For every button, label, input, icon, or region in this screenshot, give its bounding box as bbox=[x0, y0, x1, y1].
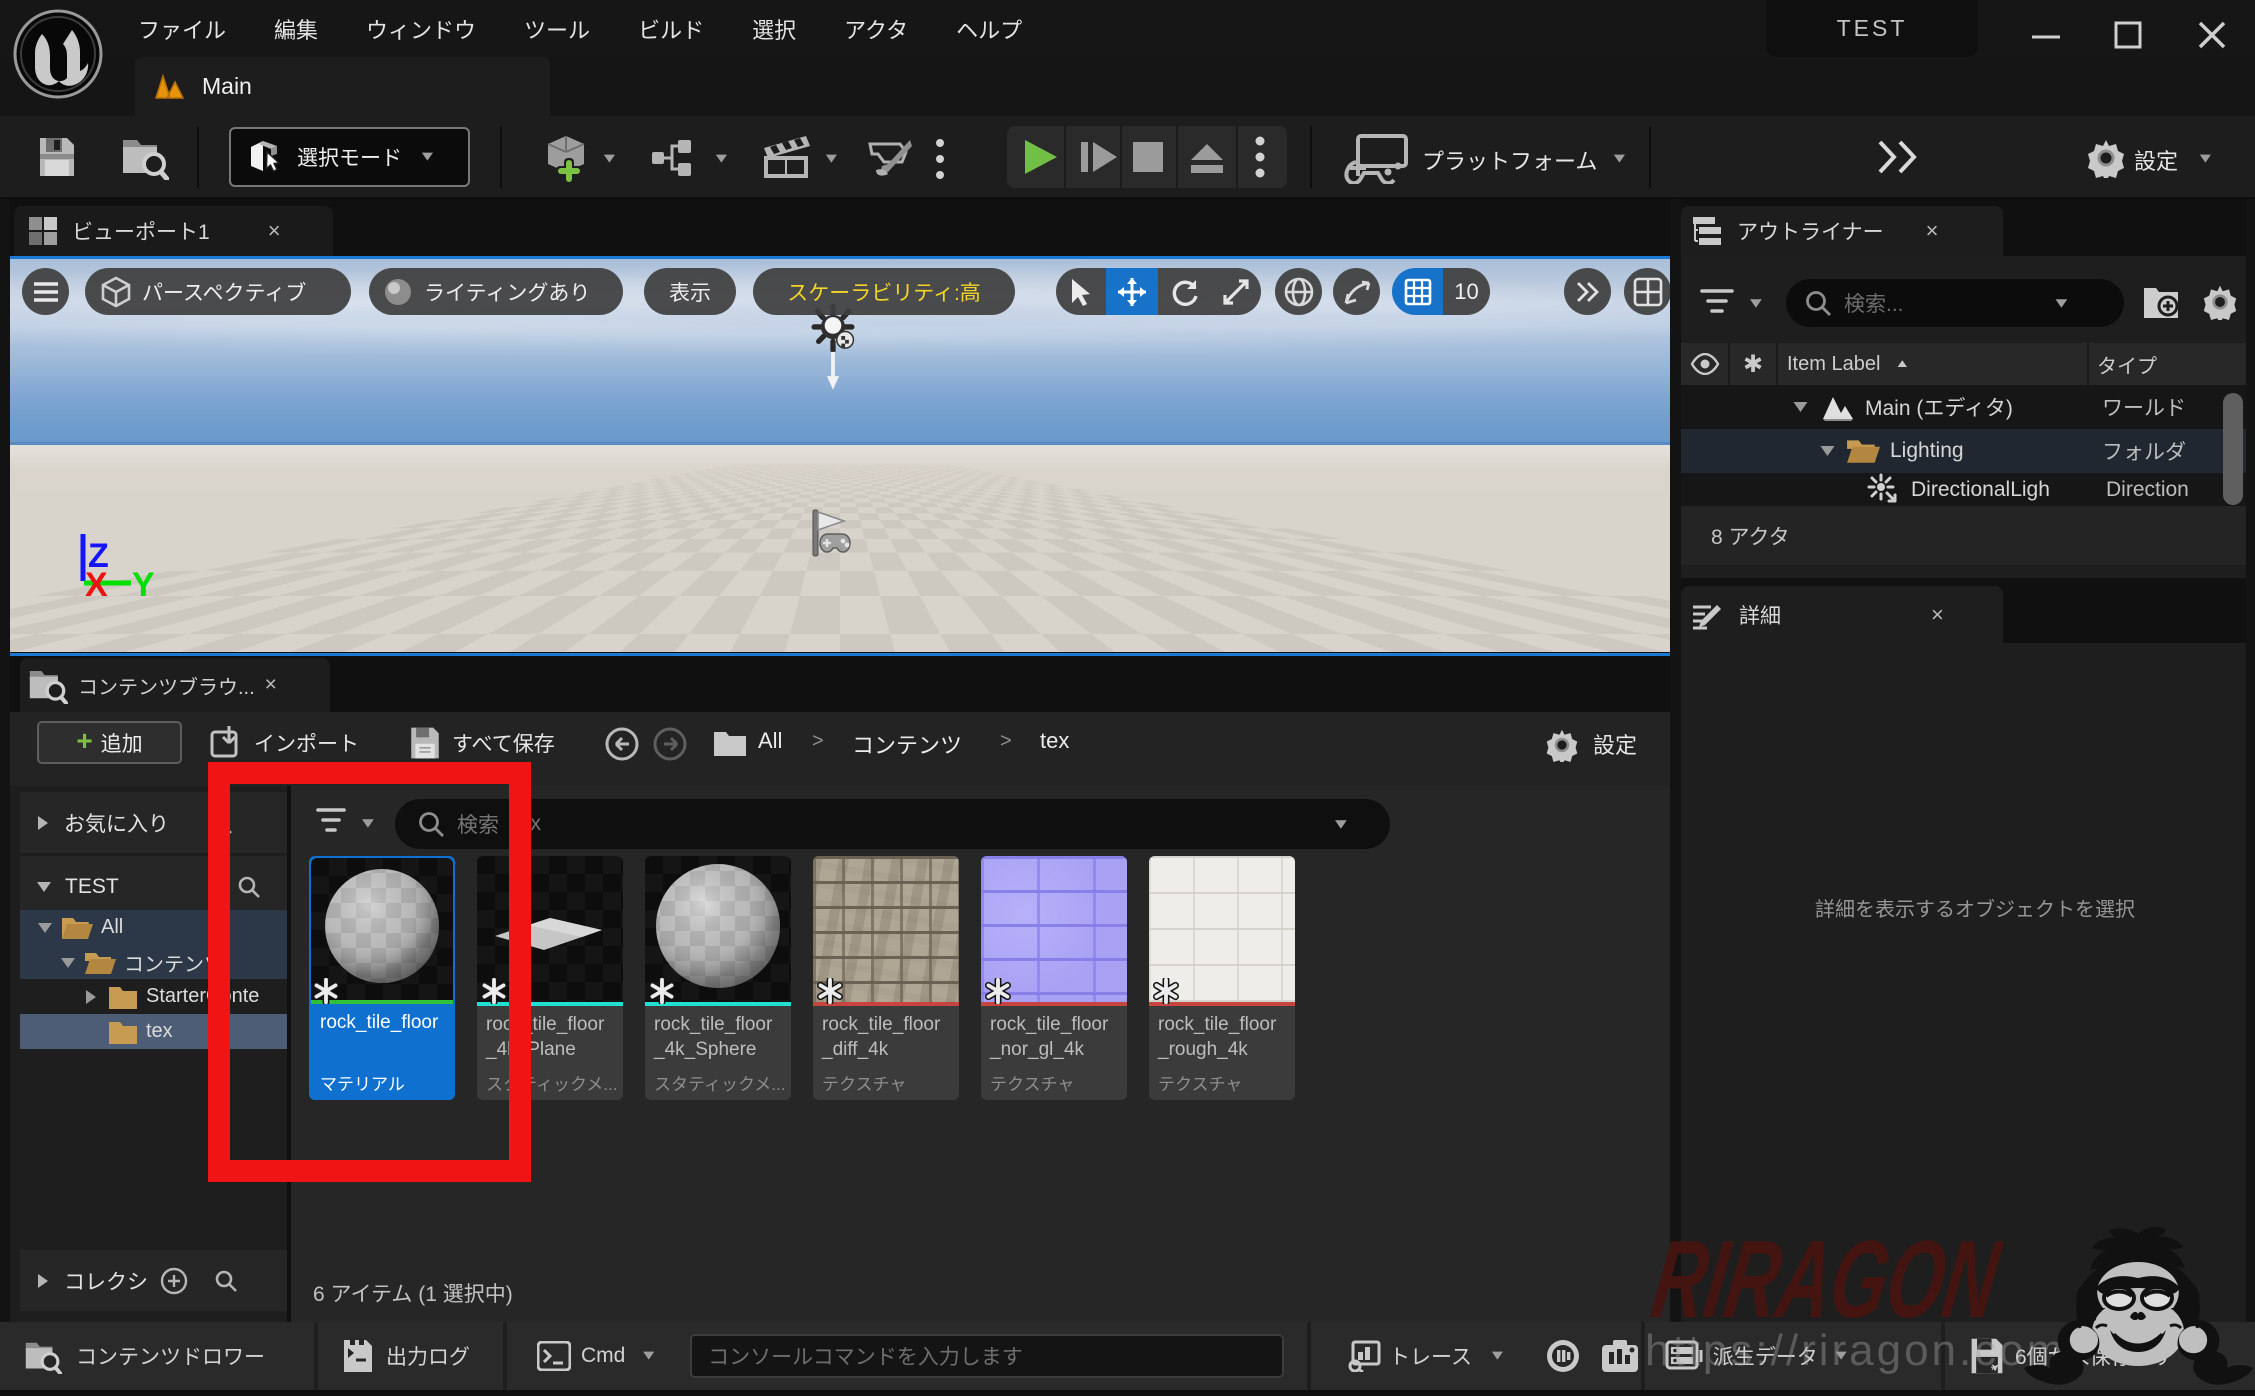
svg-text:Y: Y bbox=[132, 566, 155, 604]
svg-text:X: X bbox=[85, 566, 108, 604]
